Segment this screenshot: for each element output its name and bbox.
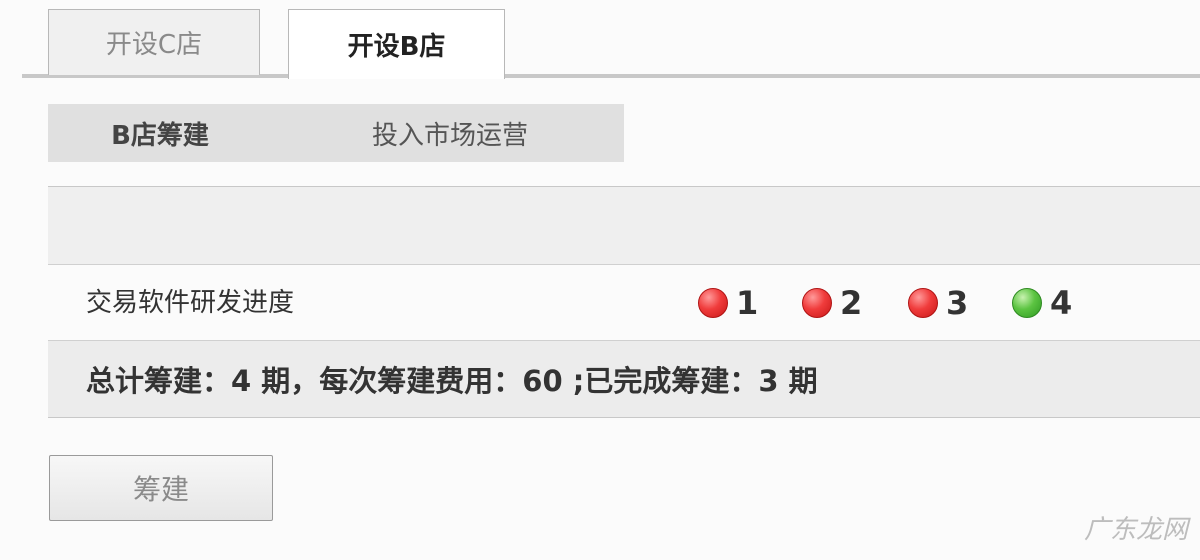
store-tab-bar: 开设C店 开设B店 <box>0 0 1200 80</box>
tab-open-c-store[interactable]: 开设C店 <box>48 9 260 75</box>
stage-2: 2 <box>802 284 862 322</box>
subtab-b-store-setup[interactable]: B店筹建 <box>48 104 272 162</box>
stage-number: 3 <box>946 284 969 322</box>
watermark: 广东龙网 <box>1083 515 1188 545</box>
summary-band: 总计筹建：4 期，每次筹建费用：60 ;已完成筹建：3 期 <box>48 340 1200 418</box>
header-band <box>48 186 1200 265</box>
stage-4: 4 <box>1012 284 1072 322</box>
subtab-market-operation[interactable]: 投入市场运营 <box>272 104 624 162</box>
stage-3: 3 <box>908 284 968 322</box>
red-status-dot-icon <box>698 288 728 318</box>
subtab-bar: B店筹建 投入市场运营 <box>48 104 624 162</box>
stage-number: 2 <box>840 284 863 322</box>
progress-label: 交易软件研发进度 <box>86 288 295 318</box>
tab-open-b-store[interactable]: 开设B店 <box>288 9 505 79</box>
stage-1: 1 <box>698 284 758 322</box>
progress-row: 交易软件研发进度 1 2 3 4 <box>48 264 1200 340</box>
summary-text: 总计筹建：4 期，每次筹建费用：60 ;已完成筹建：3 期 <box>86 364 818 398</box>
build-button[interactable]: 筹建 <box>49 455 273 521</box>
red-status-dot-icon <box>802 288 832 318</box>
red-status-dot-icon <box>908 288 938 318</box>
green-status-dot-icon <box>1012 288 1042 318</box>
stage-number: 4 <box>1050 284 1073 322</box>
stage-number: 1 <box>736 284 759 322</box>
